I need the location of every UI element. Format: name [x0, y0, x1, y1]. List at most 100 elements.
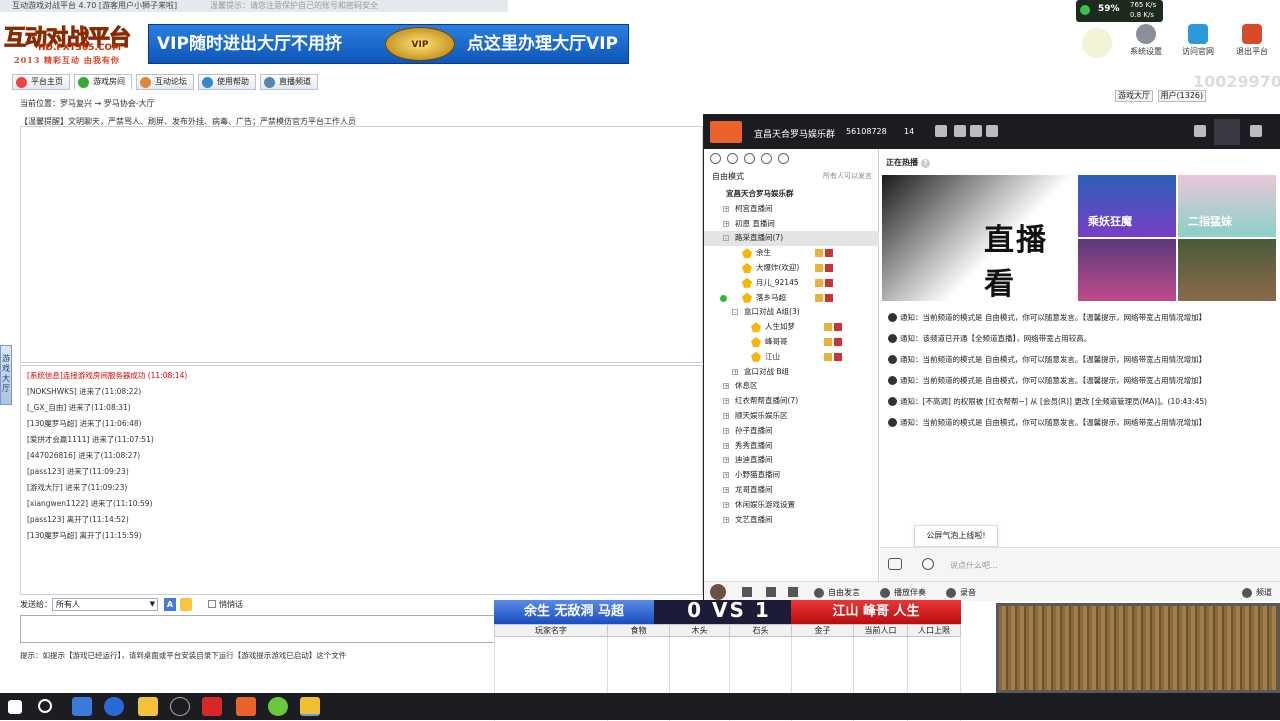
collapse-icon[interactable]: - — [732, 309, 738, 316]
location-icon[interactable] — [744, 153, 755, 164]
app-icon[interactable] — [202, 697, 222, 716]
channel-item[interactable]: + 休息区 — [704, 379, 879, 394]
game-hall-side-tab[interactable]: 游戏大厅 — [0, 345, 12, 405]
channel-item[interactable]: + 顺天娱乐娱乐区 — [704, 409, 879, 424]
live-app-icon[interactable] — [236, 697, 256, 716]
star-icon[interactable] — [935, 125, 947, 137]
channel-item[interactable]: 余生 — [704, 246, 879, 261]
live-thumbnail[interactable]: 二指猛妹 — [1178, 175, 1276, 237]
live-thumbnail[interactable] — [1078, 239, 1176, 301]
settings-button[interactable]: 系统设置 — [1122, 20, 1170, 64]
mode-select[interactable]: 自由模式 — [712, 171, 744, 182]
free-speak-button[interactable]: 自由发言 — [814, 587, 860, 598]
emoji-icon[interactable] — [922, 558, 934, 570]
live-thumbnail-main[interactable]: 直播看 — [882, 175, 1076, 302]
channel-button[interactable]: 频道 — [1242, 587, 1272, 598]
accompaniment-label: 播放伴奏 — [894, 588, 926, 597]
channel-item[interactable]: + 文艺直播间 — [704, 513, 879, 528]
expand-icon[interactable]: + — [723, 220, 729, 227]
channel-item[interactable]: + 盒口对战 B组 — [704, 365, 879, 380]
search-icon[interactable] — [778, 153, 789, 164]
font-button[interactable]: A — [164, 598, 176, 611]
channel-item[interactable]: - 路采直播间(7) — [704, 231, 879, 247]
channel-item[interactable]: 峰哥哥 — [704, 335, 879, 350]
room-chat-input[interactable]: 说点什么吧... — [880, 547, 1280, 581]
user-icon[interactable] — [710, 153, 721, 164]
channel-item[interactable]: - 盒口对战 A组(3) — [704, 305, 879, 320]
expand-icon[interactable]: + — [723, 501, 729, 508]
private-checkbox[interactable] — [208, 600, 216, 608]
badge-icon — [834, 337, 842, 346]
expand-icon[interactable]: + — [723, 205, 729, 212]
help-icon[interactable]: ? — [921, 159, 930, 168]
channel-item[interactable]: + 休闲娱乐游戏设置 — [704, 498, 879, 513]
browser-icon[interactable] — [104, 697, 124, 716]
channel-item[interactable]: + 秀秀直播间 — [704, 439, 879, 454]
tab-help[interactable]: 使用帮助 — [198, 74, 256, 90]
channel-item[interactable]: + 柯宫直播间 — [704, 202, 879, 217]
thumb-main-text: 直播看 — [984, 223, 1048, 302]
plane-icon[interactable] — [954, 125, 966, 137]
channel-item[interactable]: 宜昌天合罗马娱乐群 — [704, 187, 879, 202]
gamepad-icon[interactable] — [888, 558, 902, 570]
accompaniment-button[interactable]: 播放伴奏 — [880, 587, 926, 598]
channel-item[interactable]: + 小野猫直播间 — [704, 468, 879, 483]
tab-hall[interactable]: 游戏大厅 — [1115, 90, 1153, 102]
channel-item[interactable]: 落乡马超 — [704, 291, 879, 306]
recipient-select[interactable]: 所有人 ▼ — [52, 598, 158, 611]
channel-item[interactable]: 人生如梦 — [704, 320, 879, 335]
channel-item[interactable]: + 红衣帮帮直播间(7) — [704, 394, 879, 409]
windows-start-icon[interactable] — [8, 700, 22, 714]
expand-icon[interactable]: + — [723, 472, 729, 479]
share-icon[interactable] — [970, 125, 982, 137]
calculator-icon[interactable] — [72, 697, 92, 716]
record-button[interactable]: 录音 — [946, 587, 976, 598]
channel-label: 柯宫直播间 — [735, 203, 773, 213]
exit-button[interactable]: 退出平台 — [1228, 20, 1276, 64]
expand-icon[interactable]: + — [723, 398, 729, 405]
collapse-icon[interactable]: - — [723, 235, 729, 242]
settings-icon[interactable] — [727, 153, 738, 164]
info-icon[interactable] — [986, 125, 998, 137]
channel-item[interactable]: 大爆炸(欢迎) — [704, 261, 879, 276]
channel-item[interactable]: 月儿_92145 — [704, 276, 879, 291]
tab-game-room[interactable]: 游戏房间 — [74, 74, 132, 90]
expand-icon[interactable]: + — [723, 442, 729, 449]
official-site-button[interactable]: 访问官网 — [1174, 20, 1222, 64]
live-thumbnail[interactable]: 乘妖狂魔 — [1078, 175, 1176, 237]
search-icon[interactable] — [38, 699, 52, 713]
home-icon[interactable] — [1214, 119, 1240, 145]
expand-icon[interactable]: + — [732, 368, 738, 375]
tab-users[interactable]: 用户(1326) — [1157, 90, 1207, 102]
tab-forum[interactable]: 互动论坛 — [136, 74, 194, 90]
channel-item[interactable]: + 龙哥直播间 — [704, 483, 879, 498]
list-icon[interactable] — [1250, 125, 1262, 137]
expand-icon[interactable]: + — [723, 427, 729, 434]
channel-item[interactable]: + 孙子直播间 — [704, 424, 879, 439]
expand-icon[interactable]: + — [723, 516, 729, 523]
expand-icon[interactable]: + — [723, 457, 729, 464]
expand-icon[interactable]: + — [723, 486, 729, 493]
record-icon — [946, 587, 956, 598]
grid-icon[interactable] — [761, 153, 772, 164]
mic-icon[interactable] — [766, 587, 776, 597]
app-icon[interactable] — [268, 697, 288, 716]
emoji-button[interactable] — [180, 598, 192, 611]
clock-icon[interactable] — [170, 697, 190, 716]
message-input[interactable] — [20, 615, 495, 643]
live-thumbnail[interactable] — [1178, 239, 1276, 301]
thumb-caption: 乘妖狂魔 — [1088, 215, 1132, 228]
app-icon[interactable] — [138, 697, 158, 716]
channel-item[interactable]: + 迪迪直播间 — [704, 453, 879, 468]
game-platform-icon[interactable] — [300, 697, 320, 716]
volume-icon[interactable] — [742, 587, 752, 597]
expand-icon[interactable]: + — [723, 383, 729, 390]
equalizer-icon[interactable] — [788, 587, 798, 597]
tab-home[interactable]: 平台主页 — [12, 74, 70, 90]
vip-banner[interactable]: VIP随时进出大厅不用挤 VIP 点这里办理大厅VIP — [148, 24, 629, 64]
channel-item[interactable]: 江山 — [704, 350, 879, 365]
expand-icon[interactable]: + — [723, 412, 729, 419]
screen-icon[interactable] — [1194, 125, 1206, 137]
channel-item[interactable]: + 初恩 直播间 — [704, 217, 879, 232]
tab-live[interactable]: 直播频道 — [260, 74, 318, 90]
